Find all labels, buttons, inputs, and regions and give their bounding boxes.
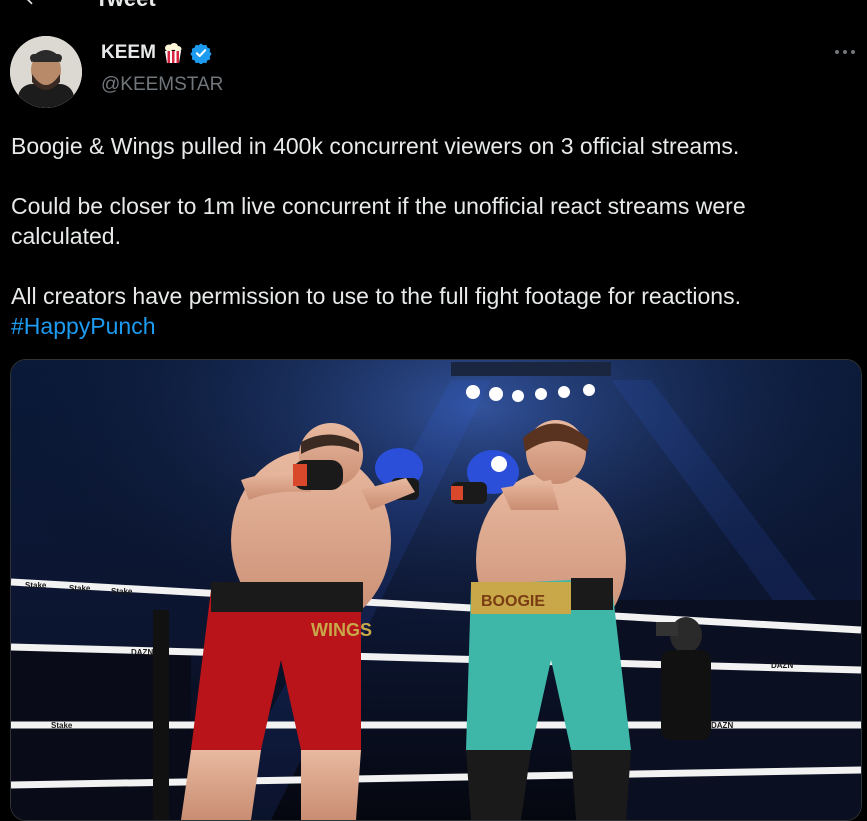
svg-text:WINGS: WINGS (311, 620, 372, 640)
tweet-text: Boogie & Wings pulled in 400k concurrent… (11, 131, 861, 341)
tweet-author: KEEM @KEEMSTAR (10, 36, 860, 110)
hashtag-link[interactable]: #HappyPunch (11, 313, 156, 339)
svg-text:Stake: Stake (51, 721, 73, 730)
boxing-photo: Stake Stake Stake DAZN DAZN Stake DAZN W… (11, 360, 861, 820)
svg-text:BOOGIE: BOOGIE (481, 593, 545, 610)
page-title: Tweet (95, 0, 156, 12)
display-name[interactable]: KEEM (101, 42, 156, 64)
svg-text:Stake: Stake (111, 587, 133, 596)
tweet-line-2: Could be closer to 1m live concurrent if… (11, 193, 746, 249)
author-handle[interactable]: @KEEMSTAR (101, 74, 223, 96)
svg-text:DAZN: DAZN (131, 648, 153, 657)
popcorn-icon (164, 43, 182, 63)
svg-text:Stake: Stake (69, 584, 91, 593)
more-options-icon[interactable] (830, 42, 860, 62)
svg-text:DAZN: DAZN (711, 721, 733, 730)
tweet-line-1: Boogie & Wings pulled in 400k concurrent… (11, 133, 740, 159)
tweet-line-3: All creators have permission to use to t… (11, 283, 741, 309)
verified-badge-icon (190, 43, 212, 64)
tweet-media[interactable]: Stake Stake Stake DAZN DAZN Stake DAZN W… (10, 359, 862, 821)
svg-text:Stake: Stake (25, 581, 47, 590)
svg-text:DAZN: DAZN (771, 661, 793, 670)
avatar[interactable] (10, 36, 82, 108)
arrow-left-icon[interactable] (22, 0, 42, 8)
name-line: KEEM (101, 42, 212, 64)
